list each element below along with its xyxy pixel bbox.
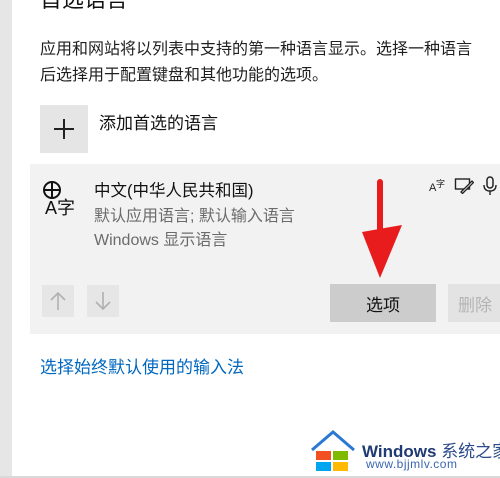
language-item-card[interactable]: A字 中文(中华人民共和国) 默认应用语言; 默认输入语言 Windows 显示… (30, 164, 500, 334)
add-language-label[interactable]: 添加首选的语言 (99, 109, 218, 134)
microphone-icon (482, 176, 498, 196)
move-up-button[interactable] (42, 285, 74, 317)
section-heading: 首选语言 (40, 0, 128, 12)
red-pointer-arrow (362, 179, 402, 278)
section-description: 应用和网站将以列表中支持的第一种语言显示。选择一种语言 后选择用于配置键盘和其他… (40, 37, 500, 89)
windows-logo-icon (311, 430, 355, 471)
arrow-up-icon (50, 291, 66, 310)
description-line-2: 后选择用于配置键盘和其他功能的选项。 (40, 67, 329, 84)
default-input-method-link[interactable]: 选择始终默认使用的输入法 (40, 353, 244, 378)
language-subtitle-display: Windows 显示语言 (94, 232, 228, 249)
watermark-url: www.bjjmlv.com (366, 457, 458, 471)
handwriting-icon (454, 176, 474, 194)
site-watermark: Windows 系统之家 www.bjjmlv.com (310, 428, 500, 474)
svg-text:字: 字 (436, 178, 445, 190)
left-pane-border (0, 0, 12, 478)
text-to-speech-icon: A 字 (428, 176, 446, 194)
description-line-1: 应用和网站将以列表中支持的第一种语言显示。选择一种语言 (40, 41, 473, 58)
move-down-button[interactable] (87, 285, 119, 317)
remove-button[interactable]: 删除 (448, 284, 500, 322)
arrow-down-icon (95, 292, 111, 311)
language-subtitle-default: 默认应用语言; 默认输入语言 (94, 208, 295, 225)
language-icon: A字 (43, 181, 75, 218)
options-button[interactable]: 选项 (330, 284, 436, 322)
language-name: 中文(中华人民共和国) (94, 182, 254, 200)
add-language-button[interactable] (40, 105, 88, 153)
language-icon-glyph: A字 (45, 198, 75, 218)
